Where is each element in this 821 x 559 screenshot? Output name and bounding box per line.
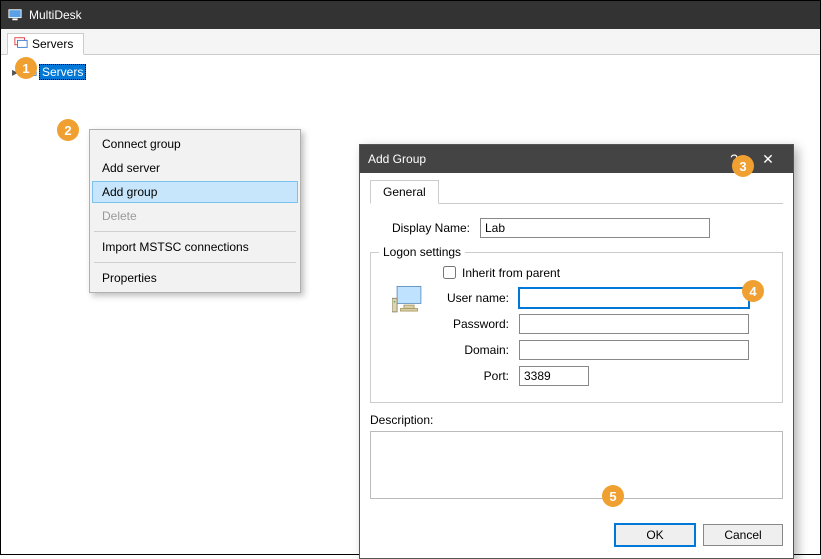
ok-button[interactable]: OK — [615, 524, 695, 546]
display-name-input[interactable] — [480, 218, 710, 238]
button-label: OK — [646, 528, 663, 542]
tab-servers[interactable]: Servers — [7, 33, 84, 55]
domain-input[interactable] — [519, 340, 749, 360]
inherit-checkbox[interactable] — [443, 266, 456, 279]
username-label: User name: — [439, 291, 519, 305]
app-window: MultiDesk Servers ▸ Servers 1 2 3 4 5 — [0, 0, 821, 555]
domain-label: Domain: — [439, 343, 519, 357]
button-label: Cancel — [724, 528, 761, 542]
tab-general[interactable]: General — [370, 180, 439, 204]
menu-connect-group[interactable]: Connect group — [92, 132, 298, 156]
menu-separator — [94, 262, 296, 263]
tab-label: General — [383, 185, 426, 199]
context-menu: Connect group Add server Add group Delet… — [89, 129, 301, 293]
menu-separator — [94, 231, 296, 232]
step-badge-5: 5 — [602, 485, 624, 507]
app-title: MultiDesk — [29, 8, 82, 22]
password-label: Password: — [439, 317, 519, 331]
logon-legend: Logon settings — [379, 245, 465, 259]
dialog-tabs: General — [370, 179, 783, 204]
menu-label: Delete — [102, 209, 137, 223]
menu-delete: Delete — [92, 204, 298, 228]
display-name-label: Display Name: — [370, 221, 480, 235]
menu-label: Connect group — [102, 137, 181, 151]
username-input[interactable] — [519, 288, 749, 308]
dialog-body: General Display Name: Logon settings — [360, 173, 793, 512]
tab-label: Servers — [32, 37, 73, 51]
titlebar: MultiDesk — [1, 1, 820, 29]
menu-add-group[interactable]: Add group — [92, 181, 298, 203]
port-input[interactable] — [519, 366, 589, 386]
step-badge-2: 2 — [57, 119, 79, 141]
dialog-title: Add Group — [368, 152, 426, 166]
add-group-dialog: Add Group ? ✕ General Display Name: Logo… — [359, 144, 794, 559]
step-badge-4: 4 — [742, 280, 764, 302]
menu-properties[interactable]: Properties — [92, 266, 298, 290]
inherit-label: Inherit from parent — [462, 266, 560, 280]
step-badge-3: 3 — [732, 155, 754, 177]
app-icon — [7, 7, 23, 23]
menu-label: Add group — [102, 185, 157, 199]
dialog-titlebar: Add Group ? ✕ — [360, 145, 793, 173]
step-badge-1: 1 — [15, 57, 37, 79]
monitor-icon — [379, 261, 439, 392]
tab-strip: Servers — [1, 29, 820, 55]
close-button[interactable]: ✕ — [751, 151, 785, 168]
tree-root-label: Servers — [39, 64, 86, 80]
menu-label: Import MSTSC connections — [102, 240, 249, 254]
description-label: Description: — [370, 413, 783, 427]
cancel-button[interactable]: Cancel — [703, 524, 783, 546]
content-area: ▸ Servers 1 2 3 4 5 Connect group Add se… — [1, 55, 820, 554]
menu-import-mstsc[interactable]: Import MSTSC connections — [92, 235, 298, 259]
servers-icon — [14, 36, 28, 53]
description-input[interactable] — [370, 431, 783, 499]
port-label: Port: — [439, 369, 519, 383]
menu-add-server[interactable]: Add server — [92, 156, 298, 180]
menu-label: Add server — [102, 161, 160, 175]
password-input[interactable] — [519, 314, 749, 334]
logon-settings-group: Logon settings — [370, 252, 783, 403]
dialog-buttons: OK Cancel — [360, 512, 793, 558]
menu-label: Properties — [102, 271, 157, 285]
